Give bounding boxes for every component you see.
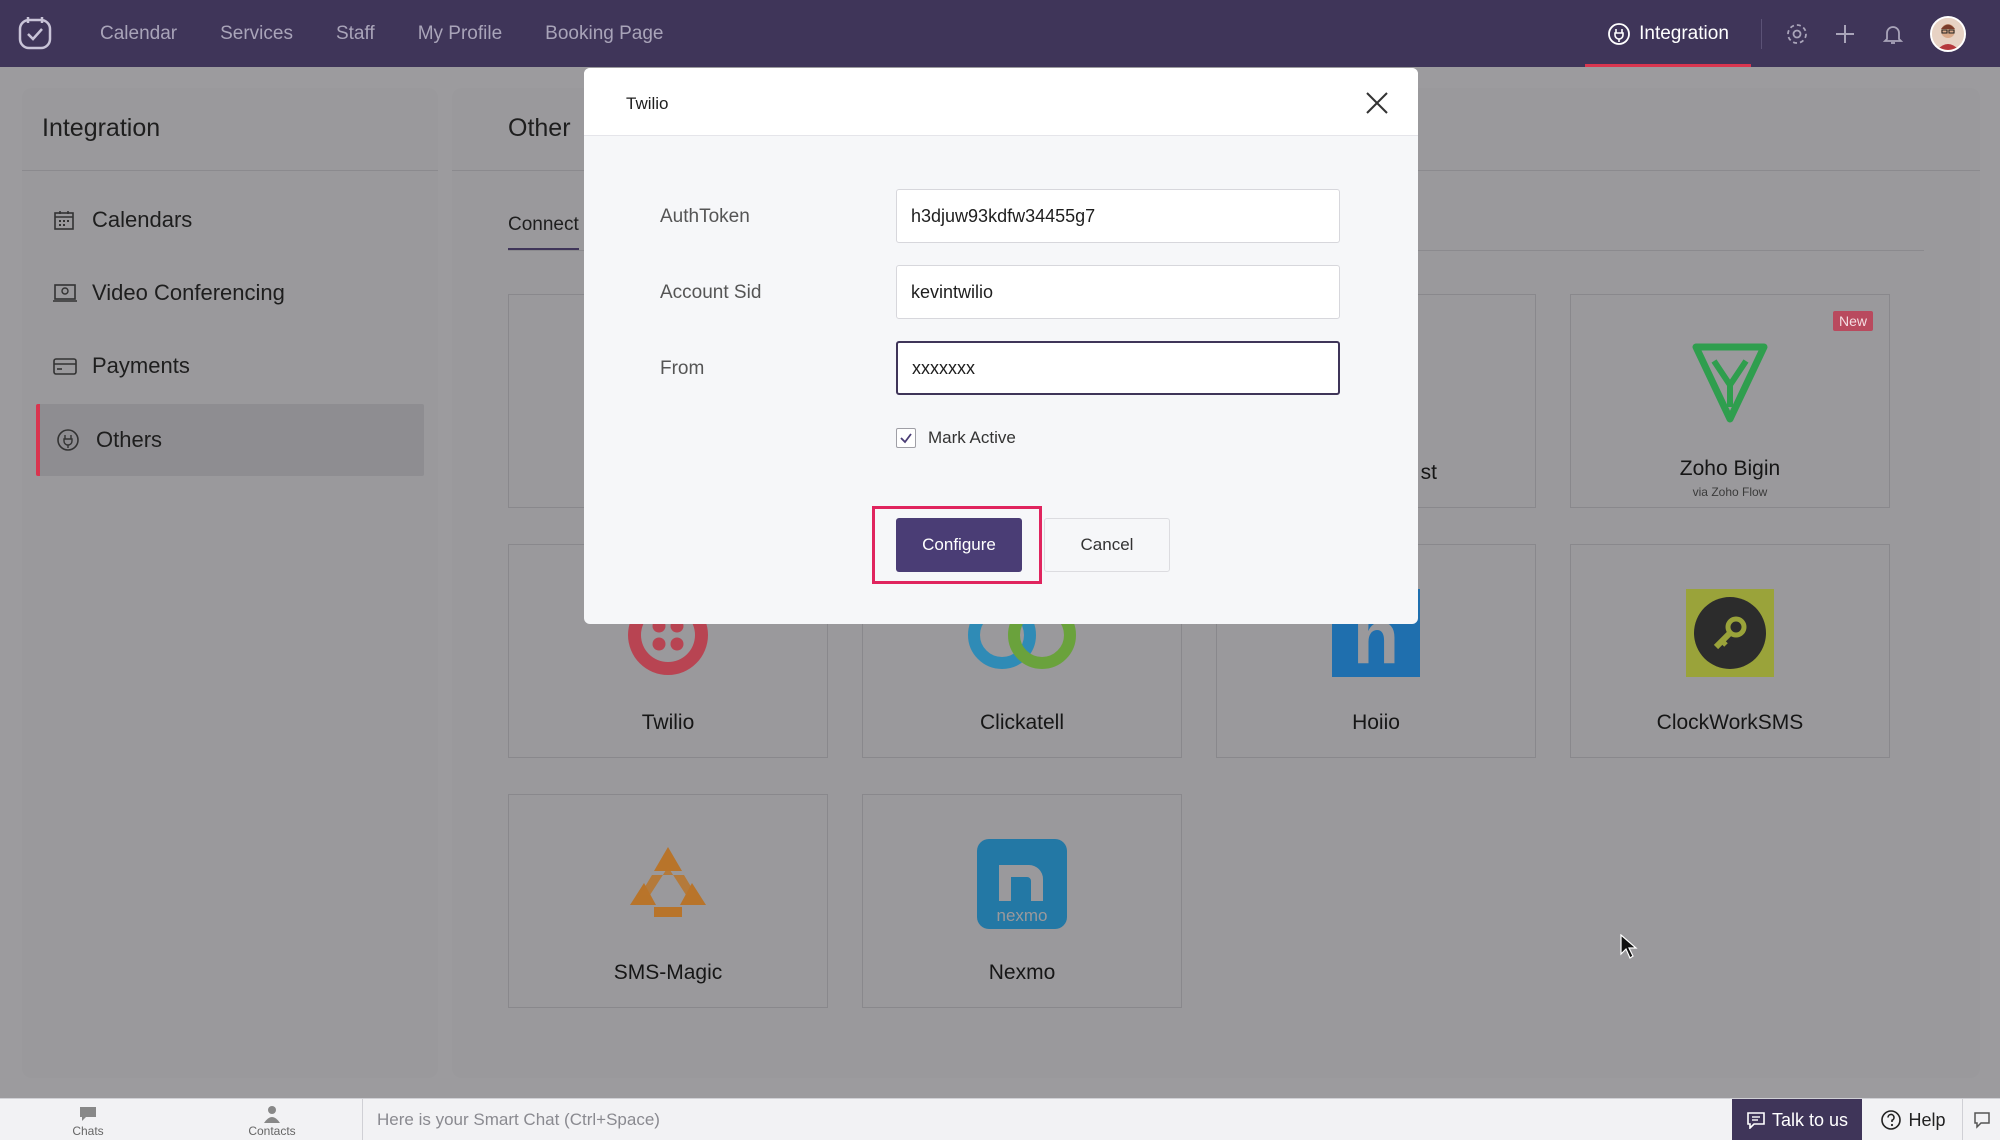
sidebar-item-label: Others [96,427,163,452]
sidebar-item-video-conferencing[interactable]: Video Conferencing [36,257,424,329]
tab-connect[interactable]: Connect [508,214,579,250]
bottom-bar: Chats Contacts Here is your Smart Chat (… [0,1098,2000,1140]
nav-tab-integration[interactable]: Integration [1585,0,1751,67]
integration-card-zoho-bigin[interactable]: New Zoho Bigin via Zoho Flow [1570,294,1890,508]
configure-button[interactable]: Configure [896,518,1022,572]
cancel-button[interactable]: Cancel [1044,518,1170,572]
card-label: Clickatell [979,711,1065,734]
support-icon[interactable] [1962,1099,2000,1140]
from-label: From [660,358,705,379]
avatar[interactable] [1930,15,1966,52]
smart-chat-input[interactable]: Here is your Smart Chat (Ctrl+Space) [362,1099,1732,1140]
page-title: Other [508,114,571,142]
card-label: SMS-Magic [613,961,723,984]
help-button[interactable]: Help [1868,1099,1958,1140]
close-icon[interactable] [1364,90,1390,116]
integration-card-nexmo[interactable]: nexmo Nexmo [862,794,1182,1008]
mouse-pointer-icon [1620,933,1638,965]
contact-icon [264,1106,280,1123]
talk-to-us-button[interactable]: Talk to us [1732,1099,1862,1140]
from-input[interactable] [896,341,1340,395]
nav-link-calendar[interactable]: Calendar [100,23,177,45]
plug-icon [1608,22,1630,45]
sidebar-item-payments[interactable]: Payments [36,330,424,402]
sidebar-item-label: Calendars [92,207,193,232]
integration-card-sms-magic[interactable]: SMS-Magic [508,794,828,1008]
authtoken-label: AuthToken [660,206,750,227]
mark-active-label: Mark Active [928,428,1016,447]
top-navigation: Calendar Services Staff My Profile Booki… [0,0,2000,67]
sidebar-item-label: Video Conferencing [92,280,285,305]
card-label: ClockWorkSMS [1656,711,1804,734]
svg-text:nexmo: nexmo [996,906,1047,925]
nav-right: Integration [1585,0,1966,67]
account-sid-input[interactable] [896,265,1340,319]
clockworksms-logo-icon [1686,589,1774,682]
nav-link-booking-page[interactable]: Booking Page [545,23,663,45]
nexmo-logo-icon: nexmo [977,839,1067,934]
sms-magic-logo-icon [626,845,710,926]
chats-label: Chats [72,1124,104,1138]
gear-icon[interactable] [1784,21,1810,47]
sidebar-item-label: Payments [92,353,190,378]
card-label: Twilio [641,711,695,734]
nav-link-services[interactable]: Services [220,23,293,45]
account-sid-label: Account Sid [660,282,762,303]
app-logo-icon[interactable] [16,14,54,52]
modal-title: Twilio [626,94,669,113]
nav-tab-integration-label: Integration [1639,22,1729,44]
card-label: st [1420,461,1437,484]
integration-card-clockworksms[interactable]: ClockWorkSMS [1570,544,1890,758]
video-icon [52,281,78,305]
modal-header: Twilio [584,68,1418,136]
card-sublabel: via Zoho Flow [1692,485,1768,499]
card-label: Zoho Bigin [1679,457,1781,480]
authtoken-input[interactable] [896,189,1340,243]
nav-separator [1761,18,1762,49]
sidebar-title: Integration [42,114,161,142]
nav-link-staff[interactable]: Staff [336,23,375,45]
sidebar-item-calendars[interactable]: Calendars [36,184,424,256]
bell-icon[interactable] [1880,21,1906,47]
message-icon [1747,1112,1765,1129]
chats-button[interactable]: Chats [48,1105,128,1138]
nav-link-my-profile[interactable]: My Profile [418,23,502,45]
nav-links: Calendar Services Staff My Profile Booki… [100,0,707,67]
sidebar-divider [22,170,438,171]
help-icon [1881,1110,1902,1130]
twilio-config-modal: Twilio AuthToken Account Sid From Mark A… [584,68,1418,624]
talk-to-us-label: Talk to us [1771,1109,1849,1130]
plug-icon [56,428,82,452]
checkmark-icon [900,433,912,444]
contacts-label: Contacts [248,1124,296,1138]
sidebar: Integration Calendars Video Conferencing… [22,88,438,1078]
card-label: Hoiio [1352,711,1400,734]
mark-active-checkbox[interactable] [896,428,916,448]
chat-bubble-icon [80,1107,96,1121]
plus-icon[interactable] [1832,21,1858,47]
new-badge: New [1832,311,1873,331]
credit-card-icon [52,354,78,378]
zoho-bigin-logo-icon [1690,341,1770,430]
sidebar-item-others[interactable]: Others [36,404,424,476]
contacts-button[interactable]: Contacts [232,1105,312,1138]
card-label: Nexmo [988,961,1056,984]
calendar-icon [52,208,78,232]
help-label: Help [1908,1109,1946,1130]
